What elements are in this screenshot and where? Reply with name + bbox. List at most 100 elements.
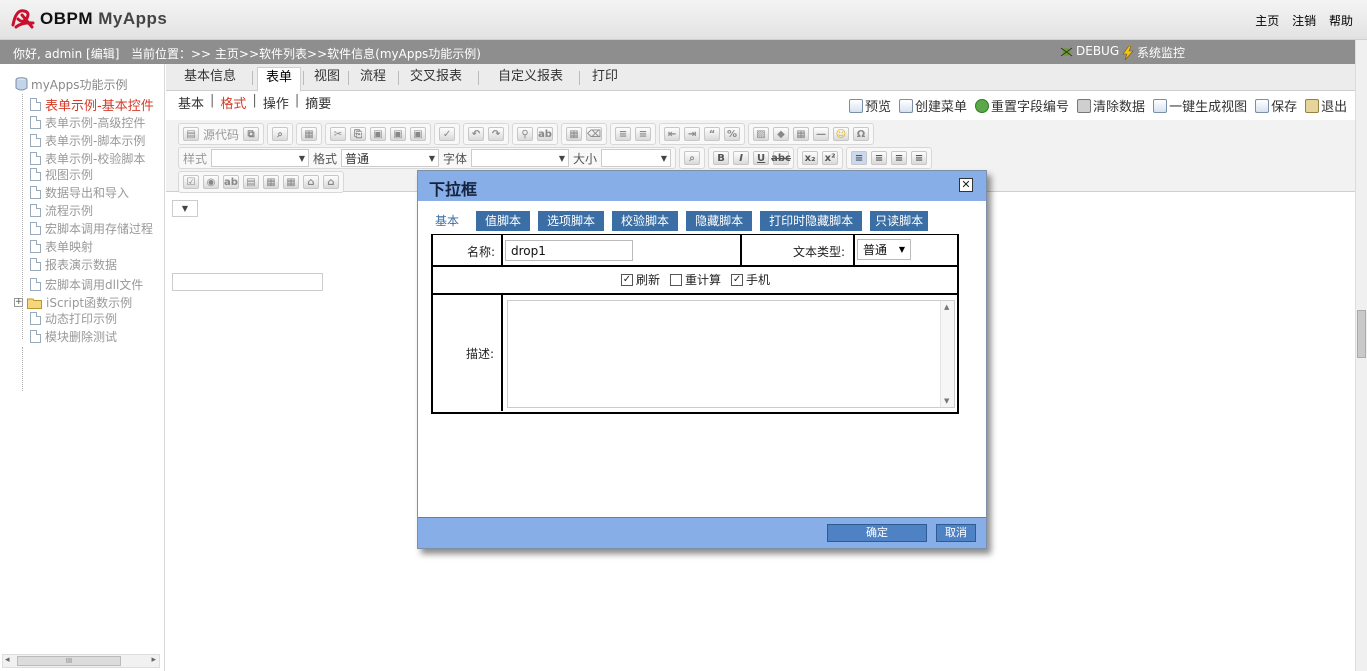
textfield-control-icon[interactable]: ab bbox=[223, 175, 239, 189]
numbered-list-icon[interactable]: ≡ bbox=[615, 127, 632, 141]
dialog-tab-basic[interactable]: 基本 bbox=[432, 211, 463, 231]
eraser-icon[interactable]: ⌫ bbox=[586, 127, 603, 141]
tab-crosstab-report[interactable]: 交叉报表 bbox=[402, 67, 470, 91]
underline-icon[interactable]: U bbox=[753, 151, 770, 165]
table-icon[interactable]: ▦ bbox=[793, 127, 810, 141]
close-icon[interactable]: ✕ bbox=[959, 178, 973, 192]
zoom-icon[interactable]: ⌕ bbox=[272, 127, 289, 141]
save-button[interactable]: 保存 bbox=[1255, 96, 1297, 115]
page-scrollbar[interactable] bbox=[1355, 40, 1367, 671]
smiley-icon[interactable]: ☺ bbox=[833, 127, 850, 141]
scrollbar-thumb[interactable]: III bbox=[17, 656, 121, 666]
cut-icon[interactable]: ✂ bbox=[330, 127, 347, 141]
reset-field-number-button[interactable]: 重置字段编号 bbox=[975, 96, 1069, 115]
dialog-tab-readonly-script[interactable]: 只读脚本 bbox=[870, 211, 929, 231]
paste-text-icon[interactable]: ▣ bbox=[390, 127, 407, 141]
indent-icon[interactable]: ⇥ bbox=[684, 127, 701, 141]
sidebar-item-form-mapping[interactable]: 表单映射 bbox=[30, 238, 93, 255]
sidebar-item-macro-dll[interactable]: 宏脚本调用dll文件 bbox=[30, 276, 143, 293]
font-select[interactable]: ▼ bbox=[471, 149, 570, 167]
special-char-icon[interactable]: Ω bbox=[853, 127, 870, 141]
tab-custom-report[interactable]: 自定义报表 bbox=[490, 67, 571, 91]
tab-basic-info[interactable]: 基本信息 bbox=[176, 67, 244, 91]
sidebar-horizontal-scrollbar[interactable]: ◂ III ▸ bbox=[2, 654, 160, 668]
logout-link[interactable]: 注销 bbox=[1292, 14, 1316, 28]
superscript-icon[interactable]: x² bbox=[822, 151, 839, 165]
find-icon[interactable]: ⚲ bbox=[517, 127, 534, 141]
form-text-input[interactable] bbox=[172, 273, 323, 291]
scroll-right-icon[interactable]: ▸ bbox=[151, 655, 156, 665]
copy-icon[interactable]: ⎘ bbox=[350, 127, 367, 141]
debug-button[interactable]: DEBUG bbox=[1060, 44, 1119, 58]
tab-workflow[interactable]: 流程 bbox=[352, 67, 394, 91]
department-control-icon[interactable]: ⌂ bbox=[303, 175, 319, 189]
scroll-left-icon[interactable]: ◂ bbox=[5, 655, 10, 665]
textarea-control-icon[interactable]: ▤ bbox=[243, 175, 259, 189]
subtab-operation[interactable]: 操作 bbox=[263, 93, 289, 112]
checkbox-unchecked-icon[interactable] bbox=[670, 273, 683, 286]
align-left-icon[interactable]: ≡ bbox=[851, 151, 868, 165]
sidebar-item-dynamic-print[interactable]: 动态打印示例 bbox=[30, 310, 117, 327]
quote-icon[interactable]: “ bbox=[704, 127, 721, 141]
sidebar-item-report-demo[interactable]: 报表演示数据 bbox=[30, 256, 117, 273]
radio-control-icon[interactable]: ◉ bbox=[203, 175, 219, 189]
refresh-checkbox[interactable]: ✓ 刷新 bbox=[621, 271, 660, 288]
tab-view[interactable]: 视图 bbox=[306, 67, 348, 91]
dialog-tab-print-hidden-script[interactable]: 打印时隐藏脚本 bbox=[760, 211, 863, 231]
size-select[interactable]: ▼ bbox=[601, 149, 672, 167]
expand-icon[interactable]: + bbox=[14, 298, 23, 307]
description-textarea[interactable]: ▲ ▼ bbox=[507, 300, 955, 408]
help-link[interactable]: 帮助 bbox=[1329, 14, 1353, 28]
sidebar-item-macro-procedure[interactable]: 宏脚本调用存储过程 bbox=[30, 220, 153, 237]
generate-view-button[interactable]: 一键生成视图 bbox=[1153, 96, 1247, 115]
preview-button[interactable]: 预览 bbox=[849, 96, 891, 115]
dialog-tab-validation-script[interactable]: 校验脚本 bbox=[612, 211, 679, 231]
user-greeting[interactable]: 你好, admin [编辑] bbox=[13, 45, 119, 62]
create-menu-button[interactable]: 创建菜单 bbox=[899, 96, 967, 115]
bullet-list-icon[interactable]: ≡ bbox=[635, 127, 652, 141]
sidebar-item-workflow[interactable]: 流程示例 bbox=[30, 202, 93, 219]
subtab-format[interactable]: 格式 bbox=[220, 93, 246, 112]
name-input[interactable]: drop1 bbox=[505, 240, 633, 261]
sidebar-item-form-basic[interactable]: 表单示例-基本控件 bbox=[30, 95, 154, 114]
sidebar-item-iscript[interactable]: + iScript函数示例 bbox=[14, 294, 132, 311]
cancel-button[interactable]: 取消 bbox=[936, 524, 976, 542]
tree-root[interactable]: myApps功能示例 bbox=[15, 76, 128, 93]
source-code-icon[interactable]: ▤ bbox=[183, 127, 199, 141]
align-center-icon[interactable]: ≡ bbox=[871, 151, 888, 165]
scroll-up-icon[interactable]: ▲ bbox=[944, 303, 949, 311]
sidebar-item-form-script[interactable]: 表单示例-脚本示例 bbox=[30, 132, 145, 149]
replace-icon[interactable]: ab bbox=[537, 127, 554, 141]
form-select-control[interactable]: ▼ bbox=[172, 200, 198, 217]
align-right-icon[interactable]: ≡ bbox=[891, 151, 908, 165]
scroll-down-icon[interactable]: ▼ bbox=[944, 397, 949, 405]
select-all-icon[interactable]: ▦ bbox=[566, 127, 583, 141]
sidebar-item-form-advanced[interactable]: 表单示例-高级控件 bbox=[30, 114, 145, 131]
outdent-icon[interactable]: ⇤ bbox=[664, 127, 681, 141]
text-type-select[interactable]: 普通 ▼ bbox=[857, 239, 911, 260]
strikethrough-icon[interactable]: abc bbox=[771, 151, 791, 165]
clear-data-button[interactable]: 清除数据 bbox=[1077, 96, 1145, 115]
recalculate-checkbox[interactable]: 重计算 bbox=[670, 271, 721, 288]
italic-icon[interactable]: I bbox=[733, 151, 750, 165]
sidebar-item-form-validation[interactable]: 表单示例-校验脚本 bbox=[30, 150, 145, 167]
bold-icon[interactable]: B bbox=[713, 151, 730, 165]
textarea-scrollbar[interactable]: ▲ ▼ bbox=[940, 301, 954, 407]
mobile-checkbox[interactable]: ✓ 手机 bbox=[731, 271, 770, 288]
scrollbar-thumb[interactable] bbox=[1357, 310, 1366, 358]
dialog-tab-value-script[interactable]: 值脚本 bbox=[476, 211, 531, 231]
source-code-button[interactable]: 源代码 bbox=[203, 126, 239, 143]
subtab-summary[interactable]: 摘要 bbox=[305, 93, 331, 112]
checkbox-control-icon[interactable]: ☑ bbox=[183, 175, 199, 189]
tab-print[interactable]: 打印 bbox=[584, 67, 626, 91]
justify-icon[interactable]: ≡ bbox=[911, 151, 928, 165]
format-select[interactable]: 普通 ▼ bbox=[341, 149, 440, 167]
dialog-tab-option-script[interactable]: 选项脚本 bbox=[538, 211, 605, 231]
form-control-icon[interactable]: ▦ bbox=[263, 175, 279, 189]
exit-button[interactable]: 退出 bbox=[1305, 96, 1347, 115]
template-icon[interactable]: ▦ bbox=[301, 127, 318, 141]
preview-doc-icon[interactable]: ⌕ bbox=[684, 151, 701, 165]
home-link[interactable]: 主页 bbox=[1255, 14, 1279, 28]
bank-control-icon[interactable]: ⌂ bbox=[323, 175, 339, 189]
date-control-icon[interactable]: ▦ bbox=[283, 175, 299, 189]
